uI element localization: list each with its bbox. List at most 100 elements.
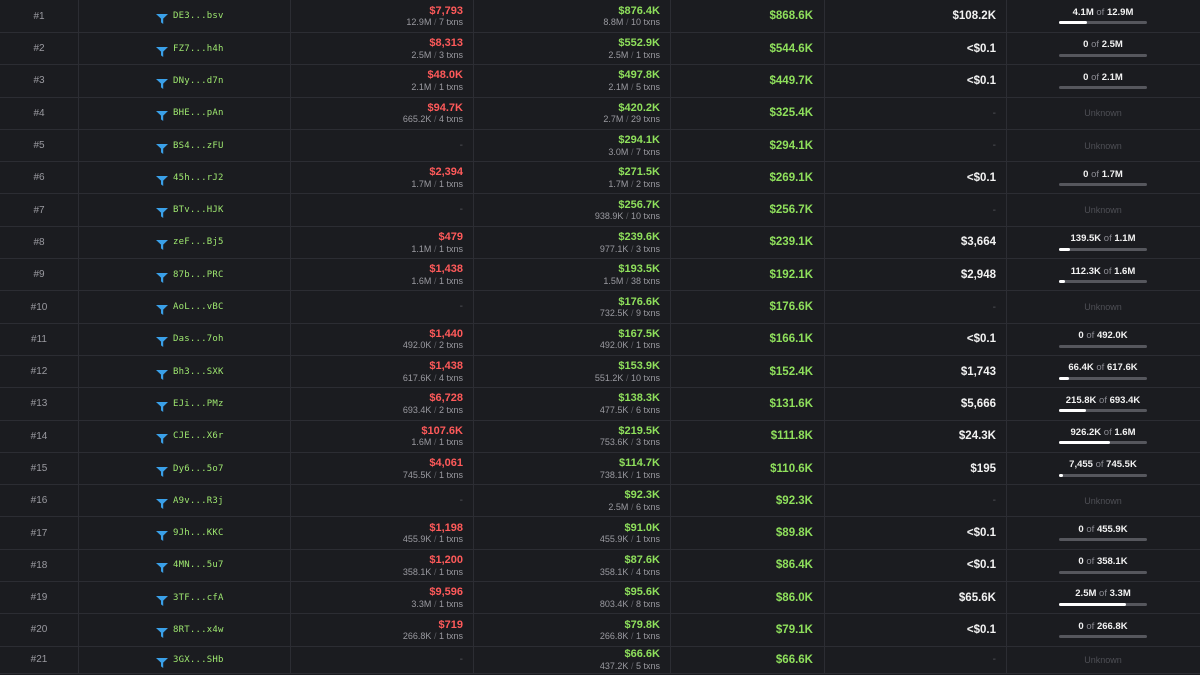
table-row[interactable]: #15 Dy6...5o7 $4,061 745.5K / 1 txns $114.7K… — [0, 452, 1200, 486]
filter-funnel-icon[interactable] — [156, 528, 168, 542]
trader-cell[interactable]: DNy...d7n — [78, 65, 290, 96]
table-row[interactable]: #3 DNy...d7n $48.0K 2.1M / 1 txns $497.8K 2.1… — [0, 65, 1200, 98]
trader-address[interactable]: BTv...HJK — [173, 205, 224, 215]
trader-cell[interactable]: 3TF...cfA — [78, 582, 290, 613]
filter-funnel-icon[interactable] — [156, 464, 168, 477]
trader-cell[interactable]: zeF...Bj5 — [78, 227, 290, 258]
table-row[interactable]: #10 AoL...vBC - $176.6K 732.5K / 9 txns $176.… — [0, 291, 1200, 324]
filter-funnel-icon[interactable] — [156, 11, 168, 24]
table-row[interactable]: #8 zeF...Bj5 $479 1.1M / 1 txns $239.6K 977.1… — [0, 226, 1200, 260]
trader-cell[interactable]: FZ7...h4h — [78, 33, 290, 64]
unrealized-cell: $65.6K — [824, 582, 1006, 613]
trader-cell[interactable]: 8RT...x4w — [78, 614, 290, 645]
table-row[interactable]: #6 45h...rJ2 $2,394 1.7M / 1 txns $271.5K 1.7… — [0, 162, 1200, 195]
trader-address[interactable]: BS4...zFU — [173, 141, 224, 151]
trader-cell[interactable]: BHE...pAn — [78, 98, 290, 129]
trader-address[interactable]: Dy6...5o7 — [173, 464, 224, 474]
trader-cell[interactable]: Dy6...5o7 — [78, 453, 290, 484]
pnl-value: $868.6K — [769, 10, 813, 22]
sold-tokens: 492.0K — [599, 340, 629, 351]
bought-value: $9,596 — [429, 586, 463, 599]
trader-cell[interactable]: 3GX...SHb — [78, 647, 290, 673]
filter-funnel-icon[interactable] — [156, 270, 168, 283]
filter-funnel-icon[interactable] — [156, 655, 168, 668]
trader-cell[interactable]: Das...7oh — [78, 324, 290, 355]
trader-address[interactable]: CJE...X6r — [173, 431, 224, 441]
table-row[interactable]: #21 3GX...SHb - $66.6K 437.2K / 5 txns $66.6K… — [0, 646, 1200, 674]
remaining-of: of — [1091, 168, 1100, 180]
trader-address[interactable]: EJi...PMz — [173, 399, 224, 409]
table-row[interactable]: #19 3TF...cfA $9,596 3.3M / 1 txns $95.6K 803… — [0, 582, 1200, 615]
filter-funnel-icon[interactable] — [156, 237, 168, 251]
table-row[interactable]: #5 BS4...zFU - $294.1K 3.0M / 7 txns $294.1K -… — [0, 129, 1200, 163]
bought-cell: $9,596 3.3M / 1 txns — [290, 582, 473, 613]
filter-funnel-icon[interactable] — [156, 399, 168, 412]
filter-funnel-icon[interactable] — [156, 141, 168, 154]
trader-cell[interactable]: 87b...PRC — [78, 259, 290, 290]
filter-funnel-icon[interactable] — [156, 560, 168, 574]
table-row[interactable]: #16 A9v...R3j - $92.3K 2.5M / 6 txns $92.3K - U… — [0, 485, 1200, 518]
trader-address[interactable]: Bh3...SXK — [173, 367, 224, 377]
trader-address[interactable]: AoL...vBC — [173, 302, 224, 312]
rank: #10 — [30, 301, 48, 313]
filter-funnel-icon[interactable] — [156, 334, 168, 348]
separator: / — [630, 469, 634, 480]
table-row[interactable]: #13 EJi...PMz $6,728 693.4K / 2 txns $138.3K… — [0, 388, 1200, 421]
trader-address[interactable]: zeF...Bj5 — [173, 237, 224, 247]
unrealized-cell: <$0.1 — [824, 65, 1006, 96]
trader-cell[interactable]: BS4...zFU — [78, 130, 290, 161]
table-row[interactable]: #1 DE3...bsv $7,793 12.9M / 7 txns $876.4K 8.… — [0, 0, 1200, 33]
trader-address[interactable]: 8RT...x4w — [173, 625, 224, 635]
filter-funnel-icon[interactable] — [156, 431, 168, 445]
remaining-text: 0 of 358.1K — [1078, 556, 1127, 567]
trader-cell[interactable]: Bh3...SXK — [78, 356, 290, 387]
table-row[interactable]: #7 BTv...HJK - $256.7K 938.9K / 10 txns $256.… — [0, 194, 1200, 227]
table-row[interactable]: #18 4MN...5u7 $1,200 358.1K / 1 txns $87.6K 3… — [0, 549, 1200, 583]
trader-address[interactable]: A9v...R3j — [173, 496, 224, 506]
bought-value: $1,200 — [429, 553, 463, 566]
trader-cell[interactable]: DE3...bsv — [78, 0, 290, 32]
bought-detail: 358.1K / 1 txns — [403, 567, 463, 577]
trader-address[interactable]: 3TF...cfA — [173, 593, 224, 603]
filter-funnel-icon[interactable] — [156, 625, 168, 638]
trader-address[interactable]: 45h...rJ2 — [173, 173, 224, 183]
table-row[interactable]: #2 FZ7...h4h $8,313 2.5M / 3 txns $552.9K 2.5… — [0, 33, 1200, 66]
trader-cell[interactable]: AoL...vBC — [78, 291, 290, 322]
bought-detail: 2.5M / 3 txns — [411, 50, 463, 60]
table-row[interactable]: #14 CJE...X6r $107.6K 1.6M / 1 txns $219.5K 7… — [0, 420, 1200, 453]
sold-txns: 7 txns — [635, 146, 660, 157]
trader-address[interactable]: DNy...d7n — [173, 76, 224, 86]
trader-cell[interactable]: A9v...R3j — [78, 485, 290, 516]
table-row[interactable]: #11 Das...7oh $1,440 492.0K / 2 txns $167.5K… — [0, 323, 1200, 356]
trader-cell[interactable]: CJE...X6r — [78, 421, 290, 452]
filter-funnel-icon[interactable] — [156, 302, 168, 316]
trader-cell[interactable]: 9Jh...KKC — [78, 517, 290, 548]
table-row[interactable]: #20 8RT...x4w $719 266.8K / 1 txns $79.8K 266… — [0, 614, 1200, 647]
trader-cell[interactable]: BTv...HJK — [78, 194, 290, 225]
trader-cell[interactable]: 45h...rJ2 — [78, 162, 290, 193]
bought-empty: - — [459, 139, 463, 151]
filter-funnel-icon[interactable] — [156, 496, 168, 509]
trader-cell[interactable]: EJi...PMz — [78, 388, 290, 419]
unrealized-cell: - — [824, 291, 1006, 322]
filter-funnel-icon[interactable] — [156, 593, 168, 606]
trader-address[interactable]: 3GX...SHb — [173, 655, 224, 665]
trader-address[interactable]: DE3...bsv — [173, 11, 224, 21]
filter-funnel-icon[interactable] — [156, 76, 168, 89]
table-row[interactable]: #4 BHE...pAn $94.7K 665.2K / 4 txns $420.2K 2… — [0, 97, 1200, 130]
trader-address[interactable]: 4MN...5u7 — [173, 560, 224, 570]
table-row[interactable]: #9 87b...PRC $1,438 1.6M / 1 txns $193.5K 1.5… — [0, 259, 1200, 292]
table-row[interactable]: #17 9Jh...KKC $1,198 455.9K / 1 txns $91.0K 4… — [0, 517, 1200, 550]
trader-address[interactable]: FZ7...h4h — [173, 44, 224, 54]
trader-address[interactable]: 87b...PRC — [173, 270, 224, 280]
filter-funnel-icon[interactable] — [156, 367, 168, 380]
trader-cell[interactable]: 4MN...5u7 — [78, 550, 290, 581]
trader-address[interactable]: 9Jh...KKC — [173, 528, 224, 538]
filter-funnel-icon[interactable] — [156, 205, 168, 219]
filter-funnel-icon[interactable] — [156, 173, 168, 186]
filter-funnel-icon[interactable] — [156, 108, 168, 122]
filter-funnel-icon[interactable] — [156, 44, 168, 57]
trader-address[interactable]: Das...7oh — [173, 334, 224, 344]
trader-address[interactable]: BHE...pAn — [173, 108, 224, 118]
table-row[interactable]: #12 Bh3...SXK $1,438 617.6K / 4 txns $153.9K… — [0, 355, 1200, 389]
